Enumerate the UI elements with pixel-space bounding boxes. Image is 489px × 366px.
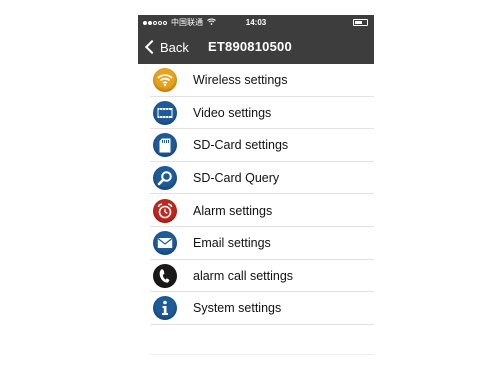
page-title: ET890810500 [208, 39, 292, 54]
status-bar: 中国联通 14:03 [138, 15, 374, 30]
menu-item-system-settings[interactable]: System settings [138, 292, 374, 325]
battery-icon [353, 19, 368, 26]
back-label: Back [160, 39, 189, 55]
menu-item-label: alarm call settings [193, 268, 294, 283]
menu-item-label: System settings [193, 301, 282, 316]
phone-screen: 中国联通 14:03 Back ET890810500 Wireless set… [138, 15, 374, 366]
menu-item-label: Video settings [193, 105, 272, 120]
navigation-bar: Back ET890810500 [138, 30, 374, 64]
menu-item-label: Email settings [193, 236, 271, 251]
menu-item-label: SD-Card settings [193, 138, 289, 153]
menu-item-sd-card-query[interactable]: SD-Card Query [138, 162, 374, 195]
settings-menu: Wireless settings Video settings SD-Card… [138, 64, 374, 325]
menu-item-video-settings[interactable]: Video settings [138, 97, 374, 130]
wifi-icon [153, 68, 177, 93]
status-time: 14:03 [245, 18, 267, 27]
sd-card-icon [153, 133, 177, 158]
battery-fill [355, 21, 362, 24]
menu-item-label: SD-Card Query [193, 171, 280, 186]
menu-item-label: Wireless settings [193, 73, 288, 88]
menu-item-email-settings[interactable]: Email settings [138, 227, 374, 260]
phone-icon [153, 263, 177, 288]
envelope-icon [153, 231, 177, 256]
menu-item-label: Alarm settings [193, 203, 273, 218]
menu-item-alarm-call-settings[interactable]: alarm call settings [138, 260, 374, 293]
chevron-left-icon [144, 39, 160, 55]
back-button[interactable]: Back [144, 30, 189, 64]
alarm-clock-icon [153, 198, 177, 223]
magnifier-icon [153, 166, 177, 191]
menu-item-sd-card-settings[interactable]: SD-Card settings [138, 129, 374, 162]
menu-item-wireless-settings[interactable]: Wireless settings [138, 64, 374, 97]
menu-item-alarm-settings[interactable]: Alarm settings [138, 194, 374, 227]
divider [150, 354, 374, 355]
film-icon [153, 100, 177, 125]
info-icon [153, 296, 177, 321]
